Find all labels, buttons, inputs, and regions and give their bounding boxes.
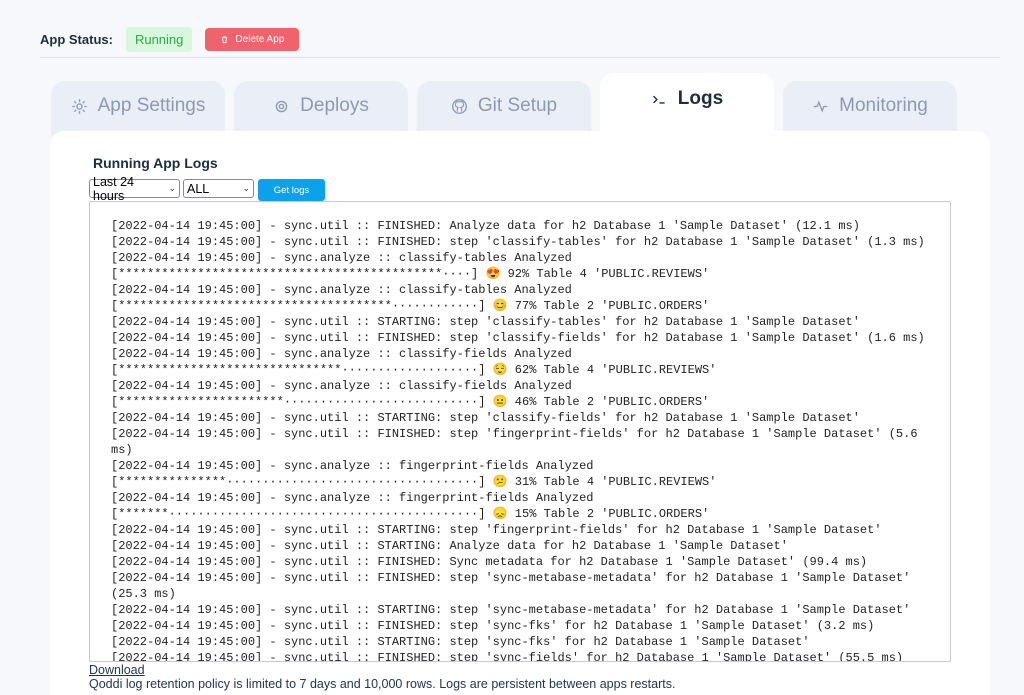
terminal-icon	[652, 95, 665, 104]
log-level-select[interactable]: ALL ⌄	[183, 179, 254, 198]
app-status-bar: App Status: Running Delete App	[40, 26, 300, 52]
chevron-down-icon: ⌄	[242, 183, 250, 193]
log-line: [2022-04-14 19:45:00] - sync.analyze :: …	[111, 283, 572, 297]
log-line: [2022-04-14 19:45:00] - sync.util :: STA…	[111, 635, 810, 649]
log-line: [***************************************…	[111, 267, 710, 281]
logs-controls: Last 24 hours ⌄ ALL ⌄ Get logs	[89, 175, 325, 203]
tab-label: Git Setup	[477, 95, 558, 116]
github-icon	[451, 99, 467, 114]
delete-app-button[interactable]: Delete App	[205, 27, 300, 51]
log-line: [2022-04-14 19:45:00] - sync.analyze :: …	[111, 379, 572, 393]
log-line: [**************************************·…	[111, 299, 710, 313]
time-range-select[interactable]: Last 24 hours ⌄	[89, 175, 180, 203]
retention-note: Qoddi log retention policy is limited to…	[89, 677, 676, 691]
logs-title: Running App Logs	[93, 155, 218, 171]
log-line: [2022-04-14 19:45:00] - sync.analyze :: …	[111, 347, 572, 361]
chevron-down-icon: ⌄	[168, 183, 176, 193]
log-line: [2022-04-14 19:45:00] - sync.util :: FIN…	[111, 571, 918, 601]
header-divider	[40, 57, 1000, 58]
log-line: [2022-04-14 19:45:00] - sync.analyze :: …	[111, 491, 594, 505]
log-line: [2022-04-14 19:45:00] - sync.util :: FIN…	[111, 619, 875, 633]
log-line: [*******************************········…	[111, 363, 717, 377]
tab-label: App Settings	[97, 95, 206, 116]
log-line: [2022-04-14 19:45:00] - sync.util :: FIN…	[111, 555, 868, 569]
tab-label: Deploys	[300, 95, 369, 116]
trash-icon	[222, 35, 228, 43]
log-line: [2022-04-14 19:45:00] - sync.util :: STA…	[111, 603, 911, 617]
download-link[interactable]: Download	[89, 663, 145, 677]
log-line: [2022-04-14 19:45:00] - sync.util :: STA…	[111, 315, 860, 329]
target-icon	[275, 100, 288, 113]
log-line: [*******································…	[111, 507, 710, 521]
log-line: [2022-04-14 19:45:00] - sync.util :: FIN…	[111, 331, 925, 345]
log-level-value: ALL	[187, 181, 210, 196]
log-line: [2022-04-14 19:45:00] - sync.util :: FIN…	[111, 651, 904, 662]
log-line: [2022-04-14 19:45:00] - sync.util :: FIN…	[111, 427, 925, 457]
log-line: [***************························…	[111, 475, 717, 489]
status-badge: Running	[125, 26, 193, 52]
log-line: [2022-04-14 19:45:00] - sync.util :: FIN…	[111, 235, 925, 249]
log-output[interactable]: [2022-04-14 19:45:00] - sync.util :: FIN…	[89, 201, 951, 662]
get-logs-button[interactable]: Get logs	[258, 179, 325, 201]
log-line: [2022-04-14 19:45:00] - sync.util :: STA…	[111, 523, 882, 537]
app-status-label: App Status:	[40, 31, 113, 47]
log-line: [2022-04-14 19:45:00] - sync.util :: STA…	[111, 411, 860, 425]
tab-label: Monitoring	[839, 95, 928, 116]
delete-app-label: Delete App	[235, 33, 285, 45]
activity-icon	[813, 100, 828, 113]
gear-icon	[71, 99, 87, 114]
log-line: [2022-04-14 19:45:00] - sync.analyze :: …	[111, 459, 594, 473]
log-line: [2022-04-14 19:45:00] - sync.util :: STA…	[111, 539, 788, 553]
time-range-value: Last 24 hours	[93, 174, 135, 203]
log-line: [2022-04-14 19:45:00] - sync.util :: FIN…	[111, 219, 860, 233]
tab-label: Logs	[677, 88, 724, 109]
log-line: [***********************················…	[111, 395, 710, 409]
log-line: [2022-04-14 19:45:00] - sync.analyze :: …	[111, 251, 572, 265]
